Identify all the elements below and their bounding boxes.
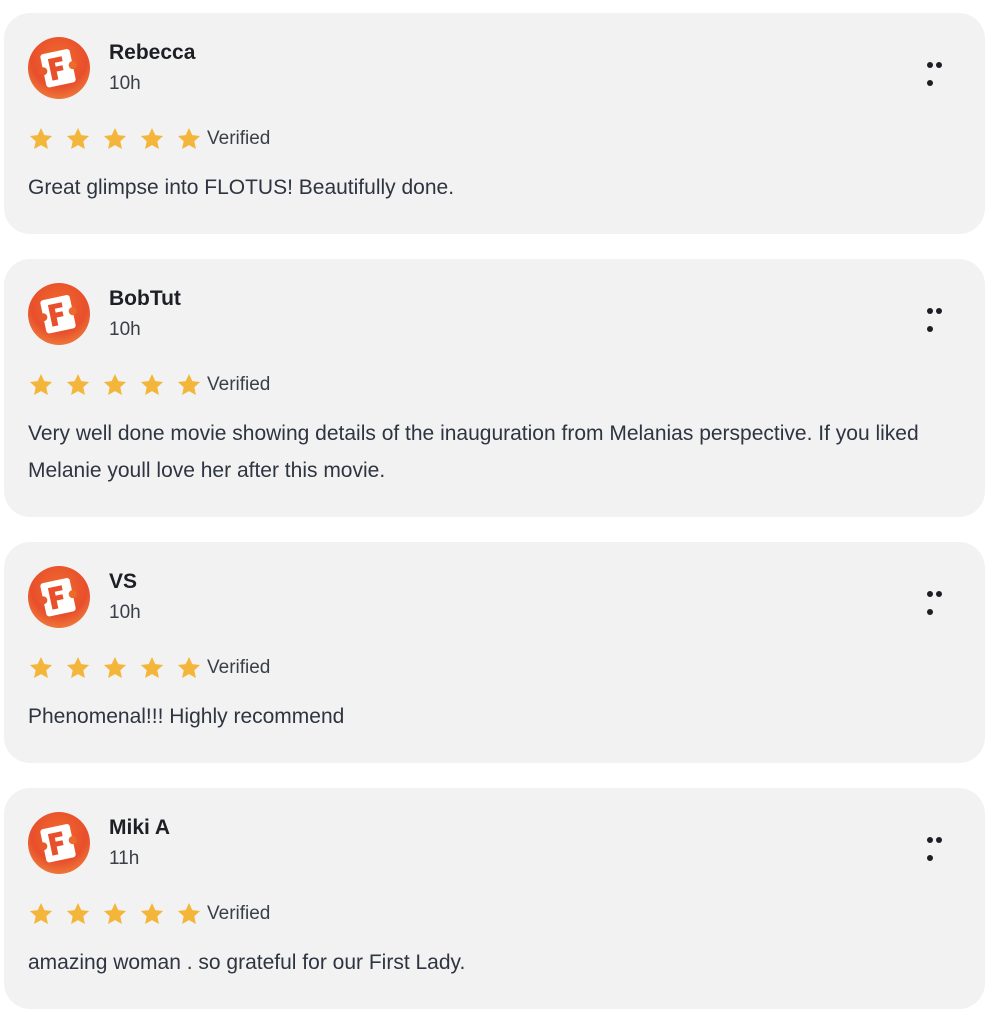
review-time: 10h: [109, 602, 141, 623]
star-icon: [139, 372, 165, 398]
reviewer-name: Miki A: [109, 816, 171, 839]
reviewer-name: VS: [109, 570, 138, 593]
review-card: BobTut 10h Verified Very well done movie…: [4, 259, 985, 517]
star-icon: [65, 901, 91, 927]
star-icon: [139, 126, 165, 152]
reviewer-name: BobTut: [109, 287, 181, 310]
review-card: VS 10h Verified Phenomenal!!! Highly rec…: [4, 542, 985, 763]
star-rating: Verified: [28, 654, 270, 682]
star-icon: [65, 655, 91, 681]
more-options-button[interactable]: [927, 301, 953, 332]
star-rating: Verified: [28, 125, 270, 153]
star-icon: [176, 372, 202, 398]
star-icon: [65, 126, 91, 152]
star-icon: [28, 126, 54, 152]
more-options-button[interactable]: [927, 55, 953, 86]
fandango-logo-icon: [28, 37, 90, 99]
review-text: Great glimpse into FLOTUS! Beautifully d…: [28, 176, 455, 199]
fandango-logo-icon: [28, 812, 90, 874]
star-icon: [176, 901, 202, 927]
more-options-button[interactable]: [927, 584, 953, 615]
star-rating: Verified: [28, 900, 270, 928]
verified-label: Verified: [207, 657, 271, 678]
star-icon: [102, 372, 128, 398]
review-time: 10h: [109, 73, 141, 94]
star-icon: [176, 126, 202, 152]
reviewer-name: Rebecca: [109, 41, 196, 64]
review-card: Rebecca 10h Verified Great glimpse into …: [4, 13, 985, 234]
star-icon: [102, 901, 128, 927]
verified-label: Verified: [207, 903, 271, 924]
verified-label: Verified: [207, 128, 271, 149]
fandango-logo-icon: [28, 566, 90, 628]
review-card: Miki A 11h Verified amazing woman . so g…: [4, 788, 985, 1009]
star-icon: [28, 372, 54, 398]
star-icon: [65, 372, 91, 398]
review-text: Very well done movie showing details of …: [28, 422, 919, 482]
star-icon: [139, 655, 165, 681]
star-icon: [102, 655, 128, 681]
star-icon: [28, 901, 54, 927]
star-icon: [139, 901, 165, 927]
star-rating: Verified: [28, 371, 270, 399]
star-icon: [102, 126, 128, 152]
star-icon: [28, 655, 54, 681]
review-text: amazing woman . so grateful for our Firs…: [28, 951, 466, 974]
fandango-logo-icon: [28, 283, 90, 345]
more-options-button[interactable]: [927, 830, 953, 861]
review-time: 10h: [109, 319, 141, 340]
review-time: 11h: [109, 848, 140, 869]
star-icon: [176, 655, 202, 681]
verified-label: Verified: [207, 374, 271, 395]
review-text: Phenomenal!!! Highly recommend: [28, 705, 345, 728]
